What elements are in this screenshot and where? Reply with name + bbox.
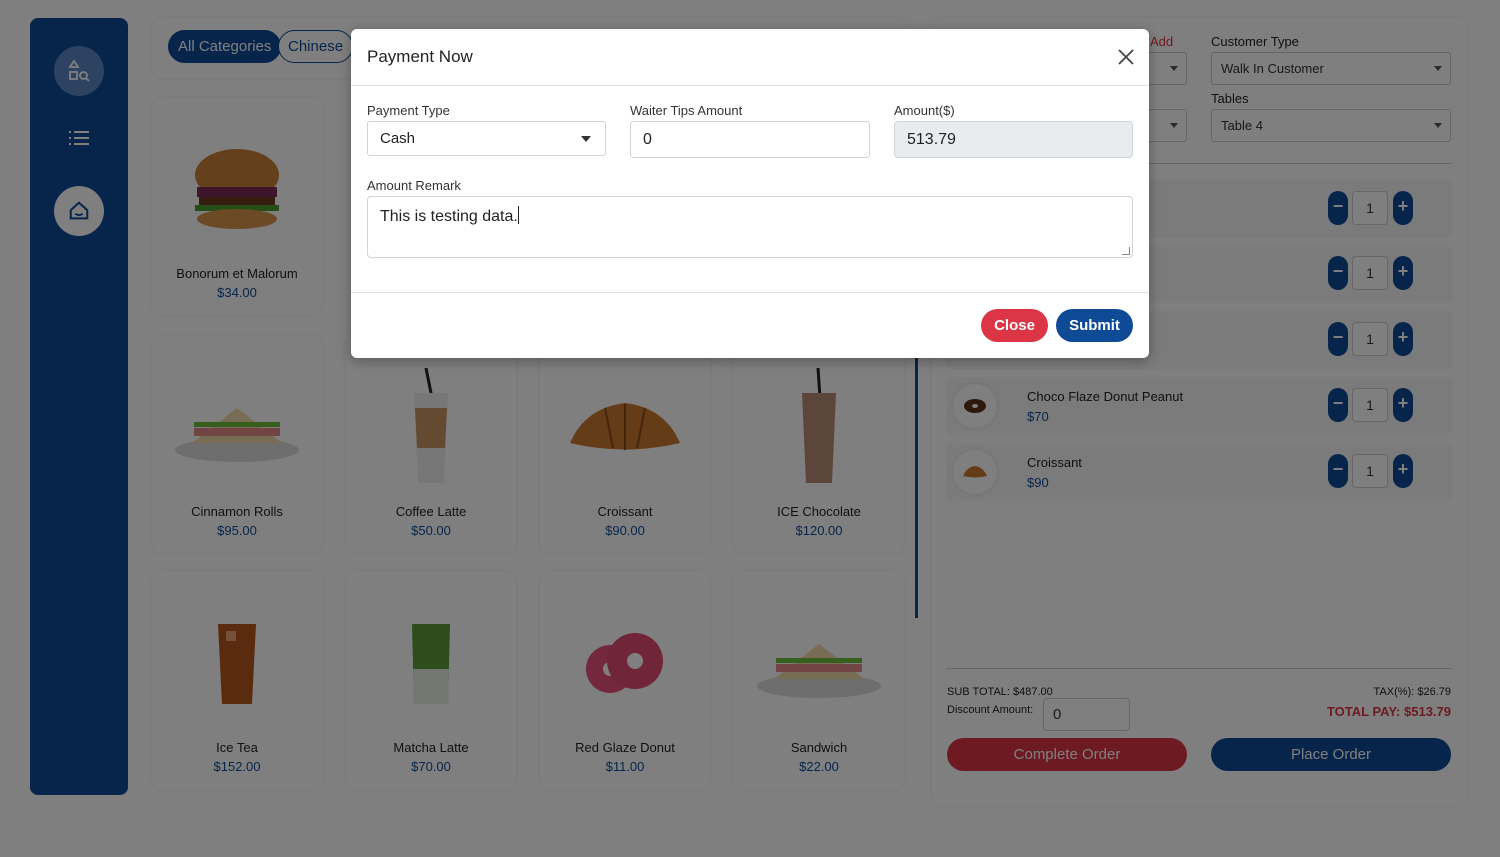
modal-close-button[interactable] bbox=[1116, 47, 1136, 67]
resize-grip-icon[interactable] bbox=[1122, 247, 1130, 255]
modal-footer-divider bbox=[351, 292, 1149, 293]
remark-textarea[interactable]: This is testing data. bbox=[367, 196, 1133, 258]
payment-type-value: Cash bbox=[380, 130, 416, 147]
payment-modal: Payment Now Payment Type Cash Waiter Tip… bbox=[351, 29, 1149, 358]
close-button[interactable]: Close bbox=[981, 309, 1048, 342]
close-icon bbox=[1118, 49, 1134, 65]
text-cursor bbox=[517, 206, 519, 224]
modal-header-divider bbox=[351, 85, 1149, 86]
chevron-down-icon bbox=[581, 136, 591, 142]
remark-label: Amount Remark bbox=[367, 178, 461, 193]
amount-input: 513.79 bbox=[894, 121, 1133, 158]
remark-text: This is testing data. bbox=[380, 208, 518, 225]
modal-title: Payment Now bbox=[367, 47, 473, 66]
payment-type-select[interactable]: Cash bbox=[367, 121, 606, 156]
submit-button[interactable]: Submit bbox=[1056, 309, 1133, 342]
amount-label: Amount($) bbox=[894, 103, 955, 118]
payment-type-label: Payment Type bbox=[367, 103, 450, 118]
tips-label: Waiter Tips Amount bbox=[630, 103, 743, 118]
tips-input[interactable]: 0 bbox=[630, 121, 870, 158]
